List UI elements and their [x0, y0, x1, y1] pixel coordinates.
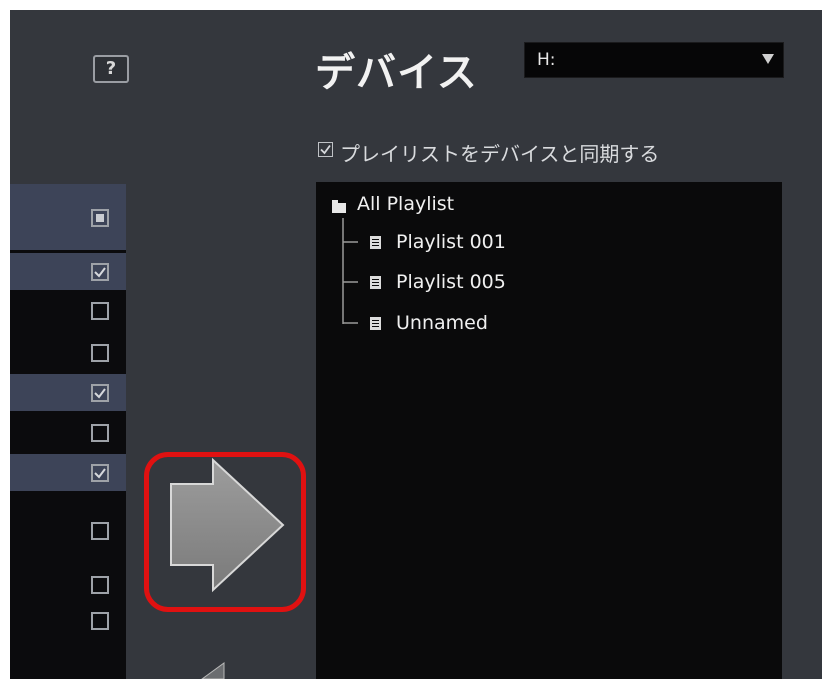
list-item[interactable] — [10, 512, 126, 549]
playlist-icon — [370, 317, 381, 330]
tree-node-playlist[interactable]: Unnamed — [364, 312, 664, 338]
playlist-icon — [370, 236, 381, 249]
playlist-icon — [370, 276, 381, 289]
device-playlist-tree: All Playlist Playlist 001 Playlist 005 U… — [316, 182, 782, 679]
list-item[interactable] — [10, 602, 126, 639]
tree-node-label: Playlist 001 — [396, 231, 506, 253]
left-arrow-icon[interactable] — [200, 661, 230, 679]
item-checkbox[interactable] — [91, 263, 109, 281]
list-item[interactable] — [10, 374, 126, 411]
tree-node-label: Playlist 005 — [396, 271, 506, 293]
tree-node-label: Unnamed — [396, 312, 488, 334]
page-title: デバイス — [315, 50, 478, 96]
checkmark-icon — [94, 267, 106, 278]
list-item[interactable] — [10, 414, 126, 451]
tree-node-root[interactable]: All Playlist — [328, 193, 728, 219]
transfer-to-device-button[interactable] — [144, 452, 306, 612]
right-arrow-icon — [170, 457, 285, 593]
list-item[interactable] — [10, 292, 126, 329]
item-checkbox[interactable] — [91, 576, 109, 594]
item-checkbox[interactable] — [91, 302, 109, 320]
folder-icon — [332, 200, 346, 213]
drive-select[interactable]: H: — [524, 42, 784, 78]
item-checkbox[interactable] — [91, 424, 109, 442]
drive-select-value: H: — [537, 50, 556, 70]
dropdown-arrow-icon — [762, 54, 774, 64]
item-checkbox[interactable] — [91, 464, 109, 482]
track-checkbox-list — [10, 184, 126, 679]
list-item[interactable] — [10, 454, 126, 491]
item-checkbox[interactable] — [91, 522, 109, 540]
help-button[interactable]: ? — [93, 55, 129, 83]
item-checkbox[interactable] — [91, 612, 109, 630]
item-checkbox[interactable] — [91, 344, 109, 362]
sync-checkbox-label: プレイリストをデバイスと同期する — [340, 142, 660, 166]
list-header-row — [10, 184, 126, 250]
device-sync-window: ? デバイス H: プレイリストをデバイスと同期する All Playlist … — [10, 10, 822, 679]
tree-node-label: All Playlist — [357, 193, 455, 215]
list-item[interactable] — [10, 334, 126, 371]
tree-node-playlist[interactable]: Playlist 001 — [364, 231, 664, 257]
checkmark-icon — [94, 468, 106, 479]
checkmark-icon — [320, 144, 331, 155]
sync-checkbox[interactable] — [318, 142, 333, 157]
list-item[interactable] — [10, 253, 126, 290]
tree-node-playlist[interactable]: Playlist 005 — [364, 271, 664, 297]
select-all-checkbox[interactable] — [91, 209, 109, 227]
item-checkbox[interactable] — [91, 384, 109, 402]
list-item[interactable] — [10, 568, 126, 605]
checkmark-icon — [94, 388, 106, 399]
